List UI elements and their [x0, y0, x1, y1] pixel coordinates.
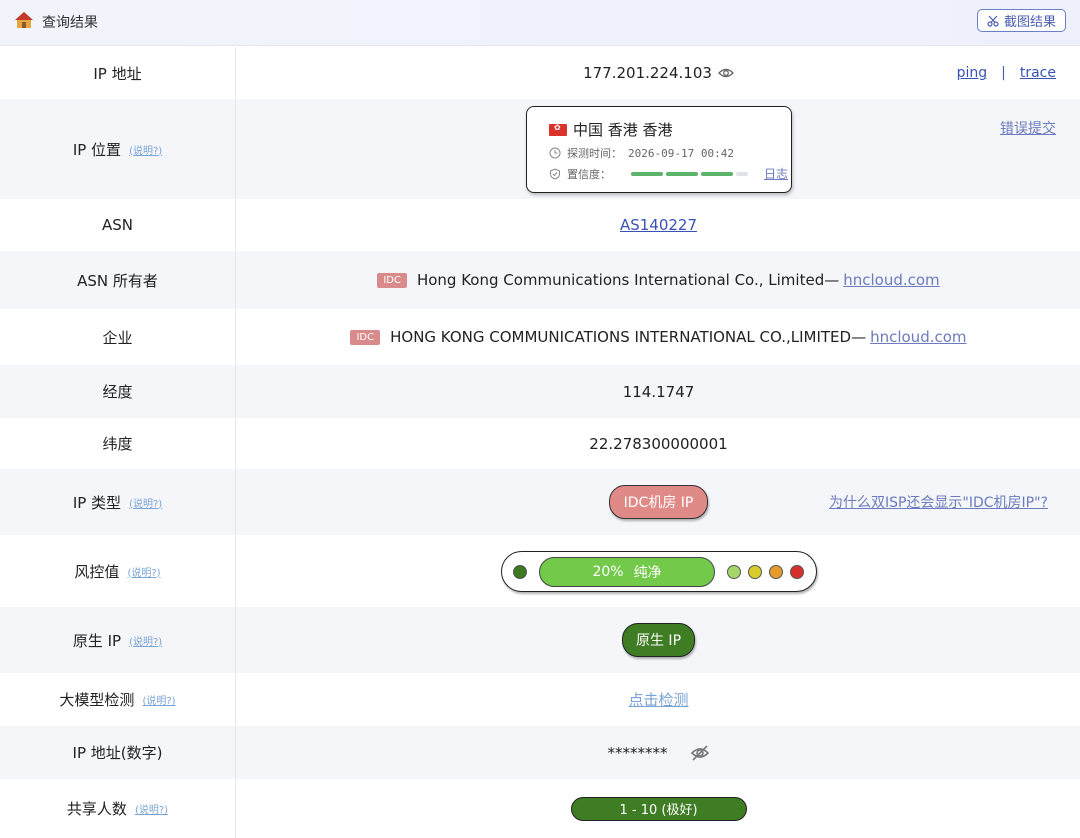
- row-native-ip: 原生 IP (说明?) 原生 IP: [0, 607, 1080, 673]
- native-hint-link[interactable]: (说明?): [129, 633, 162, 648]
- confidence-segment: [666, 171, 698, 176]
- row-latitude: 纬度 22.278300000001: [0, 418, 1080, 469]
- location-hint-link[interactable]: (说明?): [129, 142, 162, 157]
- ip-type-badge: IDC机房 IP: [608, 485, 709, 519]
- company-label: 企业: [102, 328, 133, 347]
- location-place: 中国 香港 香港: [573, 121, 673, 139]
- company-domain-link[interactable]: hncloud.com: [870, 328, 966, 346]
- shared-users-badge: 1 - 10 (极好): [570, 796, 747, 821]
- scissors-icon: [987, 15, 999, 27]
- risk-dot-very-high: [790, 564, 804, 579]
- risk-dot-safe: [513, 564, 527, 579]
- shared-label: 共享人数: [66, 800, 127, 818]
- latitude-label: 纬度: [102, 435, 133, 453]
- ip-type-label: IP 类型: [72, 493, 122, 512]
- idc-tag: IDC: [350, 329, 381, 345]
- risk-percent: 20%: [592, 563, 624, 580]
- longitude-label: 经度: [102, 383, 133, 401]
- latitude-value: 22.278300000001: [589, 434, 728, 453]
- location-card: 中国 香港 香港 探测时间： 2026-09-17 00:42 置信度： 日志: [526, 106, 792, 193]
- shared-hint-link[interactable]: (说明?): [135, 801, 168, 816]
- screenshot-label: 截图结果: [1003, 15, 1056, 30]
- risk-text: 纯净: [633, 564, 662, 581]
- row-company: 企业 IDC HONG KONG COMMUNICATIONS INTERNAT…: [0, 309, 1080, 365]
- ping-link[interactable]: ping: [957, 65, 988, 81]
- asn-owner-value: Hong Kong Communications International C…: [416, 271, 840, 289]
- asn-owner-label: ASN 所有者: [77, 271, 158, 290]
- native-label: 原生 IP: [72, 631, 122, 650]
- row-risk-score: 风控值 (说明?) 20% 纯净: [0, 535, 1080, 607]
- header-title: 查询结果: [42, 15, 98, 31]
- risk-label: 风控值: [74, 562, 120, 581]
- shield-check-icon: [550, 167, 560, 180]
- ip-numeric-value: ********: [607, 743, 668, 762]
- ip-type-hint-link[interactable]: (说明?): [129, 495, 162, 510]
- detect-time-label: 探测时间：: [567, 147, 622, 160]
- ip-numeric-label: IP 地址(数字): [72, 744, 163, 762]
- confidence-bar: [631, 171, 748, 176]
- risk-dot-medium: [748, 564, 762, 579]
- row-ip-type: IP 类型 (说明?) IDC机房 IP 为什么双ISP还会显示"IDC机房IP…: [0, 469, 1080, 535]
- llm-hint-link[interactable]: (说明?): [142, 692, 175, 707]
- company-value: HONG KONG COMMUNICATIONS INTERNATIONAL C…: [390, 328, 867, 346]
- native-ip-badge: 原生 IP: [621, 623, 696, 657]
- longitude-value: 114.1747: [622, 382, 695, 401]
- location-label: IP 位置: [72, 140, 122, 159]
- row-longitude: 经度 114.1747: [0, 365, 1080, 418]
- row-ip-address: IP 地址 177.201.224.103 ping | trace: [0, 47, 1080, 99]
- ip-label: IP 地址: [93, 64, 142, 83]
- trace-link[interactable]: trace: [1020, 65, 1056, 81]
- risk-meter: 20% 纯净: [501, 551, 817, 592]
- why-idc-link[interactable]: 为什么双ISP还会显示"IDC机房IP"?: [829, 492, 1048, 512]
- ip-value: 177.201.224.103: [583, 64, 712, 82]
- row-ip-numeric: IP 地址(数字) ********: [0, 726, 1080, 779]
- asn-link[interactable]: AS140227: [620, 216, 697, 234]
- risk-dot-high: [769, 564, 783, 579]
- row-asn: ASN AS140227: [0, 199, 1080, 251]
- error-report-link[interactable]: 错误提交: [1000, 118, 1056, 138]
- risk-hint-link[interactable]: (说明?): [127, 564, 160, 579]
- row-llm-detect: 大模型检测 (说明?) 点击检测: [0, 673, 1080, 726]
- confidence-segment: [701, 171, 733, 176]
- asn-owner-domain-link[interactable]: hncloud.com: [843, 271, 939, 289]
- hong-kong-flag-icon: [549, 123, 567, 136]
- asn-label: ASN: [101, 216, 133, 234]
- house-icon: [15, 12, 33, 28]
- llm-label: 大模型检测: [59, 691, 135, 709]
- idc-tag: IDC: [377, 272, 407, 288]
- eye-icon[interactable]: [717, 65, 734, 81]
- row-shared-users: 共享人数 (说明?) 1 - 10 (极好): [0, 779, 1080, 838]
- risk-score-pill: 20% 纯净: [539, 556, 715, 587]
- clock-icon: [549, 147, 561, 159]
- detect-time-value: 2026-09-17 00:42: [628, 146, 734, 160]
- screenshot-button[interactable]: 截图结果: [976, 9, 1066, 32]
- llm-detect-link[interactable]: 点击检测: [628, 689, 688, 710]
- confidence-label: 置信度：: [567, 167, 611, 181]
- confidence-segment: [631, 171, 663, 176]
- result-header: 查询结果 截图结果: [0, 0, 1080, 46]
- row-asn-owner: ASN 所有者 IDC Hong Kong Communications Int…: [0, 251, 1080, 309]
- row-ip-location: IP 位置 (说明?) 中国 香港 香港 探测时间： 2026-09-17 00…: [0, 99, 1080, 199]
- risk-dot-low: [727, 564, 741, 579]
- confidence-segment-empty: [736, 171, 748, 176]
- log-link[interactable]: 日志: [764, 165, 788, 182]
- link-separator: |: [1001, 65, 1006, 81]
- eye-off-icon[interactable]: [690, 743, 710, 763]
